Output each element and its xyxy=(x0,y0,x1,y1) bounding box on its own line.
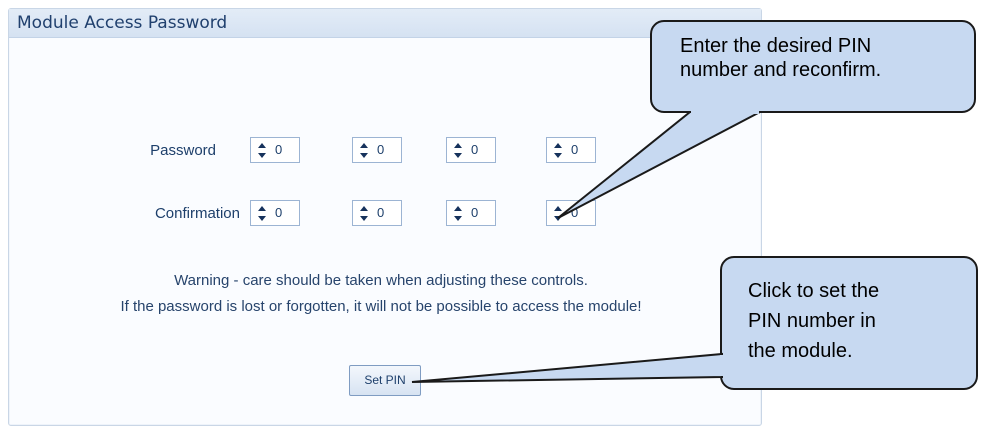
callout-leader-lines xyxy=(411,110,761,383)
leader-to-set-pin-button xyxy=(411,352,723,383)
leader-to-confirmation-digit xyxy=(557,111,761,219)
